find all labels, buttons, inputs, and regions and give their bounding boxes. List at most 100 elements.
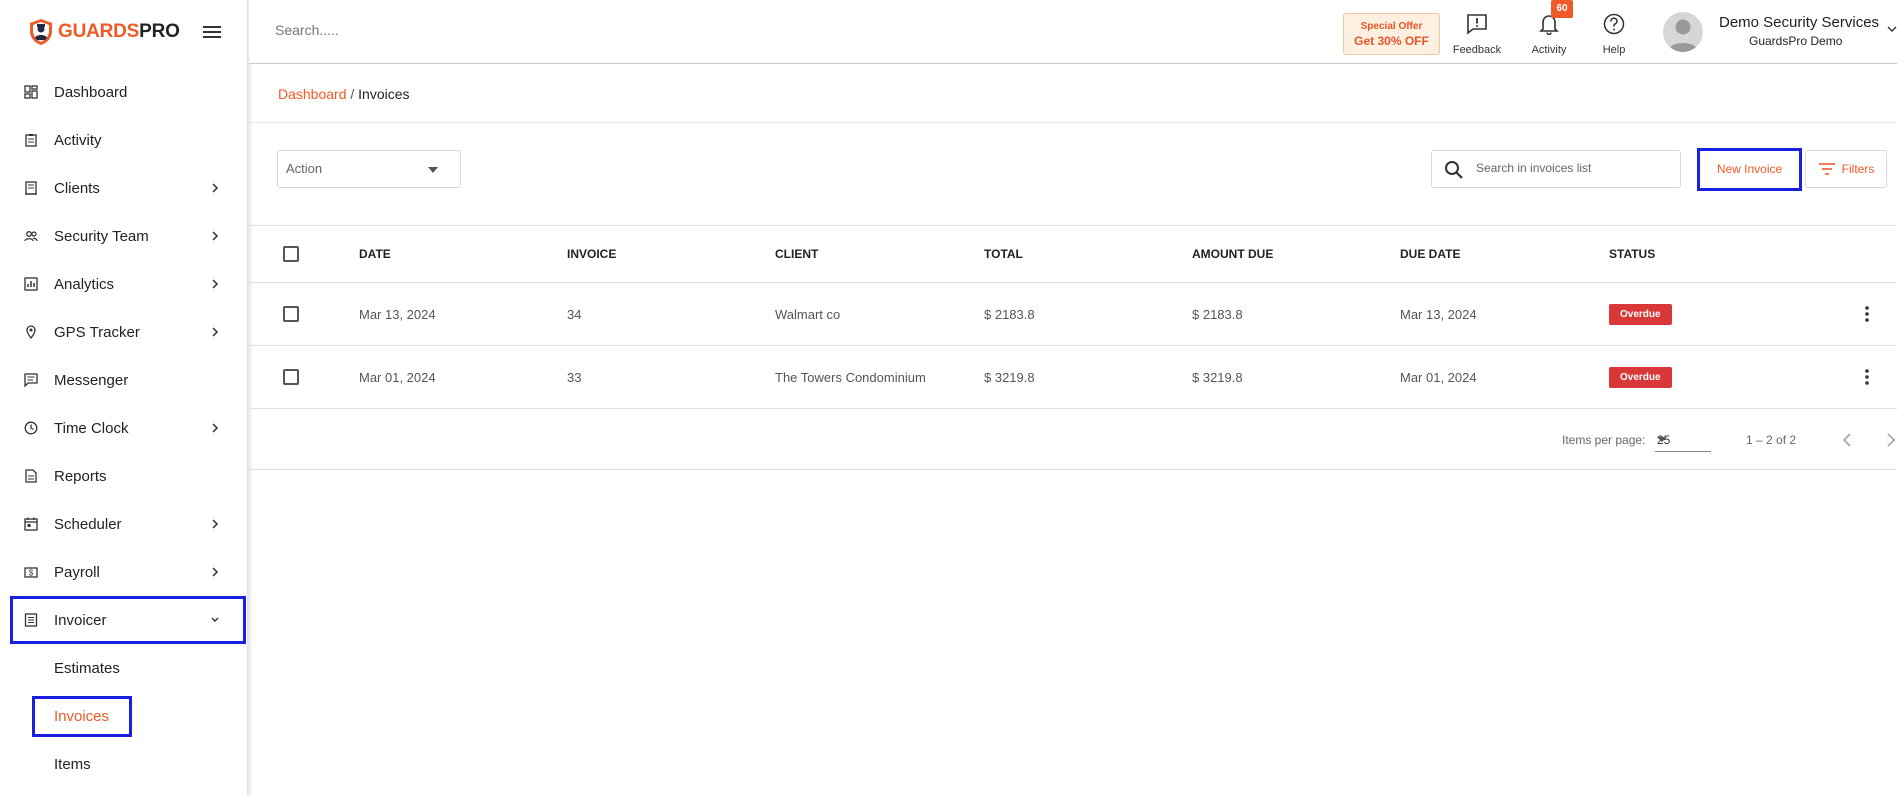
sidebar-item-gps-tracker[interactable]: GPS Tracker [0,308,248,356]
row-actions-cell [1857,283,1877,345]
sidebar-item-invoicer[interactable]: Invoicer [10,596,246,644]
calendar-icon [24,517,38,531]
column-header-date[interactable]: DATE [359,226,391,282]
cell-client: Walmart co [775,306,841,322]
column-header-due-date[interactable]: DUE DATE [1400,226,1460,282]
row-select-cell [283,346,299,408]
hamburger-menu-icon[interactable] [200,20,224,44]
previous-page-icon[interactable] [1835,428,1859,452]
feedback-button[interactable]: Feedback [1447,12,1507,56]
new-invoice-button[interactable]: New Invoice [1697,148,1802,191]
offer-title: Special Offer [1360,21,1423,32]
chat-icon [24,373,38,387]
dollar-icon: $ [24,565,38,579]
sidebar-item-reports[interactable]: Reports [0,452,248,500]
sidebar-item-security-team[interactable]: Security Team [0,212,248,260]
activity-button[interactable]: 60 Activity [1519,0,1579,56]
status-badge: Overdue [1609,303,1672,325]
column-header-status[interactable]: STATUS [1609,226,1655,282]
global-search-input[interactable] [275,22,575,38]
sidebar-subitem-estimates[interactable]: Estimates [0,644,248,692]
user-organization: GuardsPro Demo [1749,34,1843,48]
sidebar-item-label: Payroll [54,563,100,581]
filters-button[interactable]: Filters [1805,150,1887,188]
select-all-checkbox[interactable] [283,246,299,262]
top-header: Special Offer Get 30% OFF Feedback 60 Ac… [249,0,1897,64]
cell-invoice: 34 [567,306,582,322]
invoice-search-input[interactable] [1476,161,1666,175]
more-options-icon[interactable] [1857,367,1877,387]
cell-due-date: Mar 01, 2024 [1400,369,1477,385]
row-select-cell [283,283,299,345]
sidebar-item-label: GPS Tracker [54,323,140,341]
sidebar-item-activity[interactable]: Activity [0,116,248,164]
breadcrumb: Dashboard / Invoices [278,86,410,102]
divider [249,122,1897,123]
sidebar: GUARDSPRO Dashboard Activity Clients Sec… [0,0,248,796]
document-icon [24,469,38,483]
special-offer-button[interactable]: Special Offer Get 30% OFF [1343,13,1440,55]
column-header-total[interactable]: TOTAL [984,226,1023,282]
location-icon [24,325,38,339]
avatar[interactable] [1663,12,1703,52]
dashboard-icon [24,85,38,99]
action-dropdown[interactable]: Action [277,150,461,188]
sidebar-subitem-items[interactable]: Items [0,740,248,788]
row-checkbox[interactable] [283,369,299,385]
sidebar-item-label: Scheduler [54,515,122,533]
notification-count-badge: 60 [1551,0,1573,18]
sidebar-item-label: Messenger [54,371,129,389]
brand-part1: GUARDS [58,21,140,42]
column-header-client[interactable]: CLIENT [775,226,818,282]
cell-status: Overdue [1609,346,1672,408]
brand-part2: PRO [139,21,180,42]
sidebar-item-payroll[interactable]: $ Payroll [0,548,248,596]
chevron-right-icon [212,183,219,193]
chevron-right-icon [212,423,219,433]
dropdown-caret-icon [1657,437,1667,442]
user-avatar-icon [1668,19,1698,52]
row-checkbox[interactable] [283,306,299,322]
more-options-icon[interactable] [1857,304,1877,324]
next-page-icon[interactable] [1879,428,1897,452]
column-header-invoice[interactable]: INVOICE [567,226,616,282]
invoice-search-box[interactable] [1431,150,1681,188]
page-title: Invoices [358,86,410,102]
breadcrumb-separator: / [346,86,359,102]
offer-discount: Get 30% OFF [1354,34,1429,48]
table-row[interactable]: Mar 13, 2024 34 Walmart co $ 2183.8 $ 21… [249,283,1897,346]
cell-total: $ 2183.8 [984,306,1035,322]
chevron-right-icon [212,279,219,289]
help-button[interactable]: Help [1584,12,1644,56]
chevron-down-icon [211,617,219,622]
sidebar-item-label: Dashboard [54,83,128,101]
table-row[interactable]: Mar 01, 2024 33 The Towers Condominium $… [249,346,1897,409]
cell-amount-due: $ 2183.8 [1192,306,1243,322]
invoices-table: DATE INVOICE CLIENT TOTAL AMOUNT DUE DUE… [249,226,1897,409]
sidebar-item-clients[interactable]: Clients [0,164,248,212]
feedback-label: Feedback [1452,44,1502,56]
sidebar-subitem-invoices[interactable]: Invoices [0,692,248,740]
sidebar-item-analytics[interactable]: Analytics [0,260,248,308]
building-icon [24,181,38,195]
sidebar-subitem-label: Items [54,755,91,773]
sidebar-subitem-label: Invoices [31,695,133,737]
cell-date: Mar 01, 2024 [359,369,436,385]
sidebar-item-scheduler[interactable]: Scheduler [0,500,248,548]
sidebar-item-messenger[interactable]: Messenger [0,356,248,404]
row-actions-cell [1857,346,1877,408]
search-icon [1445,161,1463,179]
sidebar-item-time-clock[interactable]: Time Clock [0,404,248,452]
items-per-page-select[interactable]: 25 [1655,430,1711,452]
sidebar-item-label: Reports [54,467,107,485]
sidebar-item-dashboard[interactable]: Dashboard [0,68,248,116]
chevron-right-icon [212,519,219,529]
breadcrumb-dashboard-link[interactable]: Dashboard [278,86,347,102]
clipboard-icon [24,133,38,147]
brand-name: GUARDSPRO [58,21,180,43]
user-name[interactable]: Demo Security Services [1719,14,1879,31]
chevron-down-icon[interactable] [1887,24,1897,34]
column-header-amount-due[interactable]: AMOUNT DUE [1192,226,1273,282]
logo[interactable]: GUARDSPRO [28,16,180,48]
sidebar-item-label: Invoicer [54,611,107,629]
